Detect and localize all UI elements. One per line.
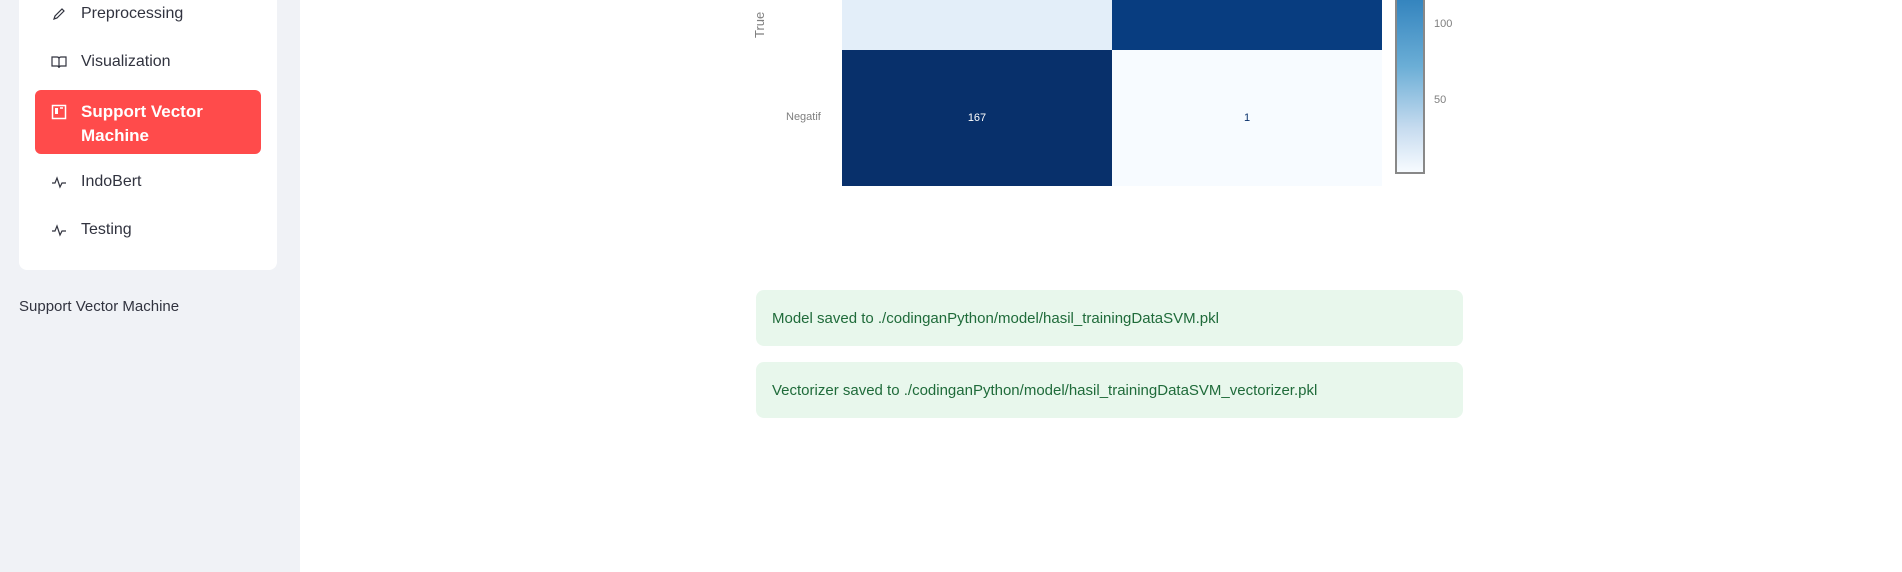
- nav-item-preprocessing[interactable]: Preprocessing: [35, 0, 261, 34]
- nav-item-support-vector-machine[interactable]: Support Vector Machine: [35, 90, 261, 154]
- cell-1-1: 1: [1112, 50, 1382, 186]
- table-icon: [51, 104, 67, 120]
- cell-1-0: 167: [842, 50, 1112, 186]
- nav-item-label: IndoBert: [81, 173, 142, 190]
- alert-text: Model saved to ./codinganPython/model/ha…: [772, 309, 1219, 327]
- activity-icon: [51, 174, 67, 190]
- nav-item-visualization[interactable]: Visualization: [35, 42, 261, 82]
- cell-0-0: [842, 0, 1112, 50]
- sidebar-caption: Support Vector Machine: [19, 298, 180, 315]
- success-alert-vectorizer: Vectorizer saved to ./codinganPython/mod…: [756, 362, 1463, 418]
- nav-menu: Preprocessing Visualization Support Vect…: [19, 0, 277, 270]
- sidebar: Preprocessing Visualization Support Vect…: [0, 0, 300, 572]
- chart-ylabel: True: [752, 11, 767, 38]
- nav-item-label: Testing: [81, 221, 132, 238]
- cell-value: 1: [1243, 112, 1251, 124]
- success-alert-model: Model saved to ./codinganPython/model/ha…: [756, 290, 1463, 346]
- book-icon: [51, 54, 67, 70]
- nav-item-label: Visualization: [81, 53, 171, 70]
- colorbar-tick: 100: [1434, 18, 1453, 30]
- colorbar: [1395, 0, 1425, 174]
- chart-ytick-negatif: Negatif: [786, 111, 821, 123]
- colorbar-tick: 50: [1434, 94, 1447, 106]
- nav-item-label: Support Vector Machine: [81, 102, 203, 145]
- alert-text: Vectorizer saved to ./codinganPython/mod…: [772, 381, 1318, 399]
- nav-item-label: Preprocessing: [81, 5, 184, 22]
- nav-item-indobert[interactable]: IndoBert: [35, 162, 261, 202]
- cell-0-1: [1112, 0, 1382, 50]
- pencil-icon: [51, 6, 67, 22]
- cell-value: 167: [967, 112, 987, 124]
- nav-item-testing[interactable]: Testing: [35, 210, 261, 250]
- activity-icon: [51, 222, 67, 238]
